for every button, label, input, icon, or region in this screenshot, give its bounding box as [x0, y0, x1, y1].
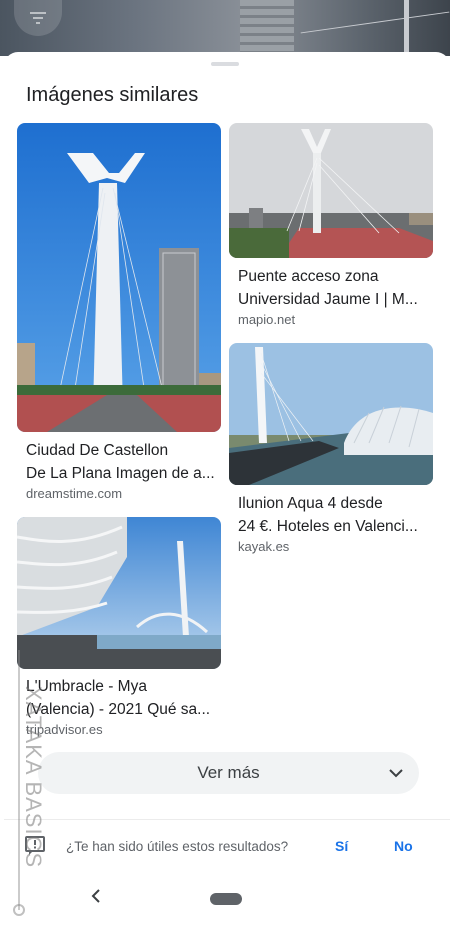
drag-handle[interactable]	[211, 62, 239, 66]
feedback-question: ¿Te han sido útiles estos resultados?	[66, 839, 289, 854]
result-source-2: mapio.net	[238, 312, 296, 327]
result-caption-1b: De La Plana Imagen de a...	[26, 465, 215, 482]
result-caption-4b: (Valencia) - 2021 Qué sa...	[26, 701, 211, 718]
feedback-yes-button[interactable]: Sí	[335, 838, 348, 854]
result-caption-2a: Puente acceso zona	[238, 268, 379, 285]
result-image-3[interactable]	[229, 343, 433, 485]
result-caption-4a: L'Umbracle - Mya	[26, 678, 147, 695]
show-more-label: Ver más	[197, 763, 260, 782]
chevron-down-icon	[389, 769, 403, 778]
watermark: XATAKA BASICS	[13, 650, 50, 916]
section-title: Imágenes similares	[26, 84, 199, 106]
result-caption-1a: Ciudad De Castellon	[26, 442, 169, 459]
result-source-3: kayak.es	[238, 539, 290, 554]
back-icon[interactable]	[88, 887, 106, 905]
result-source-1: dreamstime.com	[26, 486, 123, 501]
divider	[4, 819, 450, 820]
result-image-2[interactable]	[229, 123, 433, 258]
results-sheet: Imágenes similares Ciudad De Castellon D…	[4, 52, 450, 925]
home-button[interactable]	[210, 893, 242, 905]
filter-button[interactable]	[14, 0, 62, 36]
result-caption-3b: 24 €. Hoteles en Valenci...	[238, 518, 418, 535]
show-more-button[interactable]: Ver más	[38, 752, 419, 794]
feedback-no-button[interactable]: No	[394, 838, 413, 854]
background-photo	[0, 0, 450, 56]
result-caption-3a: Ilunion Aqua 4 desde	[238, 495, 383, 512]
result-caption-2b: Universidad Jaume I | M...	[238, 291, 418, 308]
result-card-1[interactable]: Ciudad De Castellon De La Plana Imagen d…	[17, 123, 221, 503]
filter-icon	[30, 12, 46, 24]
result-image-1[interactable]	[17, 123, 221, 432]
watermark-text: XATAKA BASICS	[21, 686, 46, 869]
result-card-2[interactable]: Puente acceso zona Universidad Jaume I |…	[229, 123, 433, 329]
result-image-4[interactable]	[17, 517, 221, 669]
result-card-3[interactable]: Ilunion Aqua 4 desde 24 €. Hoteles en Va…	[229, 343, 433, 554]
